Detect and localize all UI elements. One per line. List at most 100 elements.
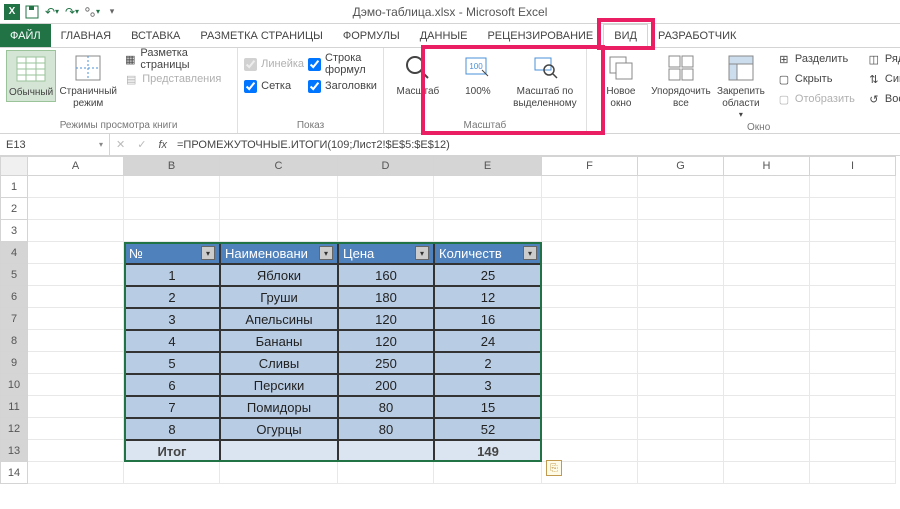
cell[interactable] xyxy=(638,176,724,198)
row-header-5[interactable]: 5 xyxy=(0,264,28,286)
cell[interactable] xyxy=(542,374,638,396)
col-header-A[interactable]: A xyxy=(28,156,124,176)
cell[interactable] xyxy=(542,176,638,198)
cell[interactable] xyxy=(220,198,338,220)
cell[interactable] xyxy=(810,418,896,440)
cell[interactable] xyxy=(338,440,434,462)
cell[interactable] xyxy=(434,176,542,198)
cell[interactable] xyxy=(28,264,124,286)
cell[interactable] xyxy=(542,396,638,418)
cell[interactable]: 52 xyxy=(434,418,542,440)
unhide-button[interactable]: ▢Отобразить xyxy=(773,90,859,108)
cell[interactable] xyxy=(542,242,638,264)
row-header-12[interactable]: 12 xyxy=(0,418,28,440)
page-break-button[interactable]: Страничный режим xyxy=(60,50,116,112)
filter-dropdown-icon[interactable]: ▾ xyxy=(415,246,429,260)
cell[interactable] xyxy=(638,308,724,330)
cell[interactable]: 2 xyxy=(434,352,542,374)
cell[interactable]: 15 xyxy=(434,396,542,418)
cell[interactable]: 25 xyxy=(434,264,542,286)
cell[interactable] xyxy=(638,242,724,264)
name-box[interactable]: E13▾ xyxy=(0,134,110,155)
cell[interactable] xyxy=(724,330,810,352)
cell[interactable]: 80 xyxy=(338,396,434,418)
cell[interactable] xyxy=(638,220,724,242)
arrange-all-button[interactable]: Упорядочить все xyxy=(653,50,709,112)
cell[interactable] xyxy=(338,220,434,242)
row-header-13[interactable]: 13 xyxy=(0,440,28,462)
cell[interactable] xyxy=(724,374,810,396)
side-by-side-button[interactable]: ◫Рядом xyxy=(863,50,900,68)
cell[interactable] xyxy=(810,242,896,264)
formula-bar-checkbox[interactable]: Строка формул xyxy=(308,54,377,74)
cell[interactable] xyxy=(28,286,124,308)
tab-developer[interactable]: РАЗРАБОТЧИК xyxy=(648,24,746,47)
cell[interactable] xyxy=(542,352,638,374)
cell[interactable]: 8 xyxy=(124,418,220,440)
cell[interactable]: Сливы xyxy=(220,352,338,374)
row-header-7[interactable]: 7 xyxy=(0,308,28,330)
cell[interactable] xyxy=(810,352,896,374)
tab-insert[interactable]: ВСТАВКА xyxy=(121,24,190,47)
cell[interactable]: 160 xyxy=(338,264,434,286)
cell[interactable] xyxy=(434,220,542,242)
cell[interactable] xyxy=(810,440,896,462)
cell[interactable] xyxy=(724,352,810,374)
cell[interactable] xyxy=(542,440,638,462)
tab-review[interactable]: РЕЦЕНЗИРОВАНИЕ xyxy=(477,24,603,47)
cell[interactable] xyxy=(124,462,220,484)
cell[interactable] xyxy=(28,176,124,198)
fx-icon[interactable]: fx xyxy=(152,139,173,151)
cell[interactable]: 149 xyxy=(434,440,542,462)
cell[interactable] xyxy=(724,198,810,220)
zoom-selection-button[interactable]: Масштаб по выделенному xyxy=(510,50,580,112)
zoom-100-button[interactable]: 100 100% xyxy=(450,50,506,100)
cell[interactable] xyxy=(724,462,810,484)
undo-icon[interactable]: ↶▾ xyxy=(44,4,60,20)
col-header-B[interactable]: B xyxy=(124,156,220,176)
cell[interactable] xyxy=(434,198,542,220)
tab-home[interactable]: ГЛАВНАЯ xyxy=(51,24,121,47)
cell[interactable] xyxy=(638,462,724,484)
cell[interactable] xyxy=(220,176,338,198)
cell[interactable] xyxy=(220,220,338,242)
col-header-D[interactable]: D xyxy=(338,156,434,176)
cell[interactable]: 180 xyxy=(338,286,434,308)
cell[interactable] xyxy=(28,242,124,264)
cell[interactable] xyxy=(638,286,724,308)
reset-pos-button[interactable]: ↺Восста xyxy=(863,90,900,108)
cell[interactable] xyxy=(220,440,338,462)
cell[interactable] xyxy=(220,462,338,484)
cell[interactable] xyxy=(810,198,896,220)
row-header-1[interactable]: 1 xyxy=(0,176,28,198)
cell[interactable]: 80 xyxy=(338,418,434,440)
freeze-panes-button[interactable]: Закрепить области▾ xyxy=(713,50,769,122)
tab-data[interactable]: ДАННЫЕ xyxy=(410,24,478,47)
cell[interactable]: 120 xyxy=(338,308,434,330)
cell[interactable]: 12 xyxy=(434,286,542,308)
page-layout-button[interactable]: ▦Разметка страницы xyxy=(120,50,231,68)
cell[interactable] xyxy=(724,176,810,198)
cell[interactable]: 1 xyxy=(124,264,220,286)
cell[interactable] xyxy=(124,198,220,220)
cell[interactable] xyxy=(724,220,810,242)
col-header-F[interactable]: F xyxy=(542,156,638,176)
cell[interactable]: Апельсины xyxy=(220,308,338,330)
cell[interactable] xyxy=(638,396,724,418)
cell[interactable] xyxy=(542,286,638,308)
select-all-corner[interactable] xyxy=(0,156,28,176)
cell[interactable]: 3 xyxy=(434,374,542,396)
cell[interactable]: 5 xyxy=(124,352,220,374)
cell[interactable]: Наименовани▾ xyxy=(220,242,338,264)
cell[interactable]: 4 xyxy=(124,330,220,352)
cell[interactable] xyxy=(28,330,124,352)
cell[interactable] xyxy=(338,462,434,484)
headings-checkbox[interactable]: Заголовки xyxy=(308,76,377,96)
ruler-checkbox[interactable]: Линейка xyxy=(244,54,304,74)
cell[interactable] xyxy=(810,462,896,484)
cell[interactable] xyxy=(28,220,124,242)
smart-tag-icon[interactable]: ⎘ xyxy=(546,460,562,476)
cell[interactable] xyxy=(542,198,638,220)
redo-icon[interactable]: ↷▾ xyxy=(64,4,80,20)
cell[interactable] xyxy=(810,220,896,242)
